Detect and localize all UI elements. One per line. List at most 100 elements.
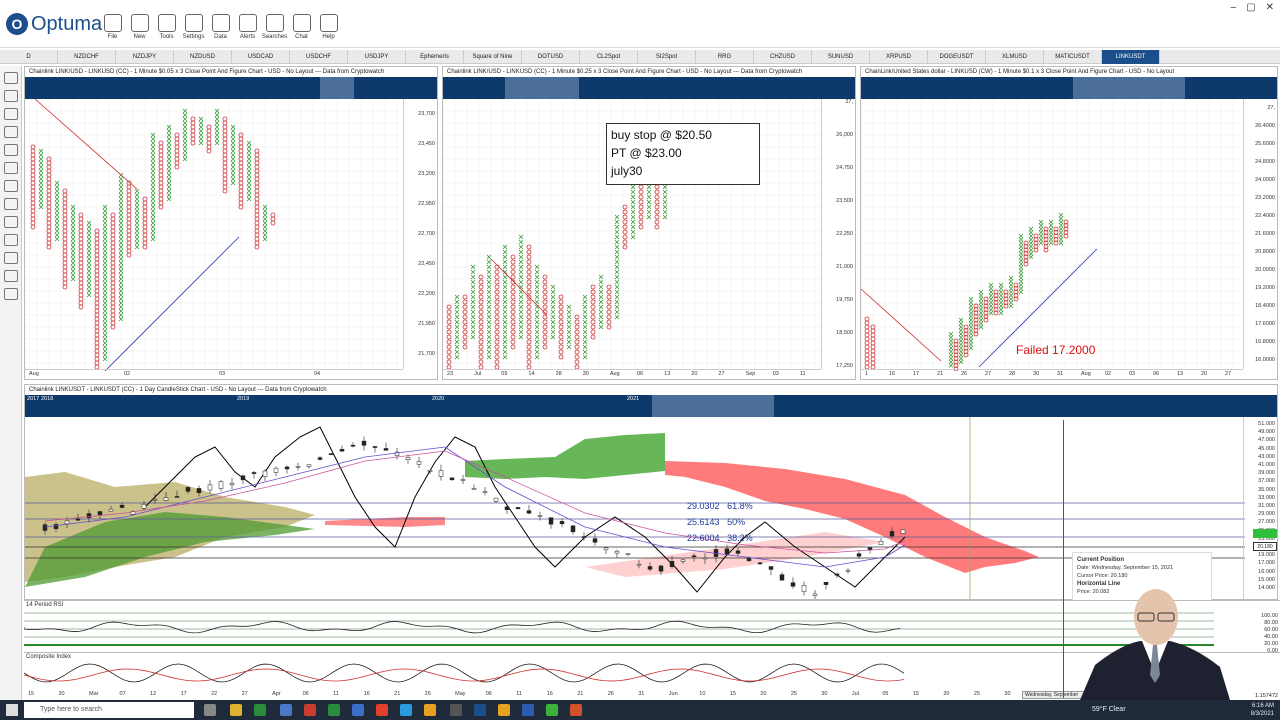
symbol-tab[interactable]: CL2Spot: [580, 49, 638, 64]
symbol-tab[interactable]: USDJPY: [348, 49, 406, 64]
price-axis[interactable]: 23,700 23,450 23,200 22,950 22,700 22,450 22,2…: [403, 99, 437, 369]
price-axis[interactable]: 27, 26.4000 25.6000 24.8000 24.0000 23.2000 22…: [1243, 99, 1277, 369]
chat-tool-button[interactable]: Chat: [289, 14, 314, 46]
word-icon[interactable]: [522, 704, 534, 716]
pnf-chart-panel-3[interactable]: ChainLink/United States dollar - LINKUSD…: [860, 66, 1278, 380]
app-icon[interactable]: [280, 704, 292, 716]
price-axis[interactable]: 27, 26,000 24,750 23,500 22,250 21,000 19,750 1…: [821, 99, 855, 369]
undo-icon[interactable]: [4, 144, 18, 156]
redo-icon[interactable]: [4, 162, 18, 174]
tools-tool-button[interactable]: Tools: [154, 14, 179, 46]
text-annotation[interactable]: buy stop @ $20.50 PT @ $23.00 july30: [606, 123, 760, 185]
system-clock[interactable]: 6:16 AM 8/3/2021: [1251, 702, 1274, 718]
magnet-icon[interactable]: [4, 252, 18, 264]
navigator-bar[interactable]: [443, 77, 855, 99]
pnf-x-mark: [486, 289, 492, 295]
print-icon[interactable]: [4, 126, 18, 138]
pnf-x-mark: [582, 294, 588, 300]
layout-icon[interactable]: [4, 72, 18, 84]
list-icon[interactable]: [4, 270, 18, 282]
pnf-chart-panel-2[interactable]: Chainlink LINK/USD - LINKUSD (CC) - 1 Mi…: [442, 66, 856, 380]
symbol-tab[interactable]: RRG: [696, 49, 754, 64]
navigator-bar[interactable]: 2017 2018 2019 2020 2021: [25, 395, 1277, 417]
windows-start-icon[interactable]: [6, 704, 18, 716]
task-view-icon[interactable]: [204, 704, 216, 716]
symbol-tab[interactable]: CHZUSD: [754, 49, 812, 64]
edge-icon[interactable]: [400, 704, 412, 716]
symbol-tab[interactable]: NZDCHF: [58, 49, 116, 64]
price-axis[interactable]: 51.000 49.000 47.000 45.000 43.000 41.000 39.0…: [1243, 417, 1277, 599]
symbol-tab[interactable]: LINKUSDT: [1102, 49, 1160, 64]
save-icon[interactable]: [4, 108, 18, 120]
lock-icon[interactable]: [4, 216, 18, 228]
app-icon[interactable]: [352, 704, 364, 716]
symbol-tab[interactable]: XLMUSD: [986, 49, 1044, 64]
pnf-o-mark: [478, 359, 484, 365]
candlestick-plot[interactable]: [25, 417, 1245, 600]
help-tool-button[interactable]: Help: [316, 14, 341, 46]
symbol-tab[interactable]: USDCHF: [290, 49, 348, 64]
pnf-x-mark: [614, 314, 620, 320]
pnf-x-mark: [998, 303, 1004, 309]
excel-icon[interactable]: [254, 704, 266, 716]
pnf-x-mark: [470, 319, 476, 325]
symbol-tab[interactable]: SUNUSD: [812, 49, 870, 64]
pnf-o-mark: [574, 354, 580, 360]
app-icon[interactable]: [570, 704, 582, 716]
minimize-icon[interactable]: –: [1231, 2, 1237, 13]
pnf-plot[interactable]: [861, 99, 1245, 371]
open-icon[interactable]: [4, 90, 18, 102]
navigator-bar[interactable]: [861, 77, 1277, 99]
app-icon[interactable]: [328, 704, 340, 716]
fib-level-382[interactable]: 22.6004 38.2%: [687, 533, 753, 543]
symbol-tab[interactable]: XRPUSD: [870, 49, 928, 64]
brave-icon[interactable]: [376, 704, 388, 716]
grid-icon[interactable]: [4, 234, 18, 246]
composite-plot[interactable]: [24, 653, 1214, 689]
symbol-tab[interactable]: D: [0, 49, 58, 64]
checklist-icon[interactable]: [4, 288, 18, 300]
close-icon[interactable]: ✕: [1266, 2, 1274, 13]
symbol-tab[interactable]: NZDUSD: [174, 49, 232, 64]
app-icon[interactable]: [450, 704, 462, 716]
time-axis[interactable]: 23 Jul 09 14 28 30 Aug 06 13 20 27 Sep 03 11: [443, 369, 821, 379]
symbol-tab[interactable]: DOGEUSDT: [928, 49, 986, 64]
chrome-icon[interactable]: [424, 704, 436, 716]
rsi-plot[interactable]: [24, 601, 1214, 651]
data-tool-button[interactable]: Data: [208, 14, 233, 46]
symbol-tab[interactable]: DOTUSD: [522, 49, 580, 64]
alerts-tool-button[interactable]: Alerts: [235, 14, 260, 46]
time-axis[interactable]: 1 16 17 21 26 27 28 30 31 Aug 02 03 06 13 20 27: [861, 369, 1243, 379]
symbol-tab[interactable]: Ephemeris: [406, 49, 464, 64]
new-tool-button[interactable]: New: [127, 14, 152, 46]
pnf-o-mark: [254, 164, 260, 170]
settings-tool-button[interactable]: Settings: [181, 14, 206, 46]
app-icon[interactable]: [304, 704, 316, 716]
pen-icon[interactable]: [4, 180, 18, 192]
price-tick-label: 24.8000: [1255, 159, 1275, 165]
maximize-icon[interactable]: ▢: [1246, 2, 1255, 13]
fib-level-50[interactable]: 25.6143 50%: [687, 517, 745, 527]
candle-body: [647, 566, 653, 570]
searches-tool-button[interactable]: Searches: [262, 14, 287, 46]
symbol-tab[interactable]: Square of Nine: [464, 49, 522, 64]
file-explorer-icon[interactable]: [230, 704, 242, 716]
file-tool-button[interactable]: File: [100, 14, 125, 46]
weather-status[interactable]: 59°F Clear: [1092, 706, 1126, 713]
time-tick-label: 15: [912, 691, 919, 697]
chrome-icon[interactable]: [498, 704, 510, 716]
taskbar-search[interactable]: Type here to search: [24, 702, 194, 718]
optuma-taskbar-icon[interactable]: [474, 704, 486, 716]
pnf-plot[interactable]: [25, 99, 405, 371]
pnf-chart-panel-1[interactable]: Chainlink LINK/USD - LINKUSD (CC) - 1 Mi…: [24, 66, 438, 380]
app-icon[interactable]: [546, 704, 558, 716]
crosshair-icon[interactable]: [4, 198, 18, 210]
fib-level-618[interactable]: 29.0302 61.8%: [687, 501, 753, 511]
failed-annotation[interactable]: Failed 17.2000: [1016, 343, 1095, 357]
navigator-bar[interactable]: [25, 77, 437, 99]
symbol-tab[interactable]: NZDJPY: [116, 49, 174, 64]
symbol-tab[interactable]: SI2Spot: [638, 49, 696, 64]
time-axis[interactable]: Aug 02 03 04: [25, 369, 403, 379]
symbol-tab[interactable]: MATICUSDT: [1044, 49, 1102, 64]
symbol-tab[interactable]: USDCAD: [232, 49, 290, 64]
